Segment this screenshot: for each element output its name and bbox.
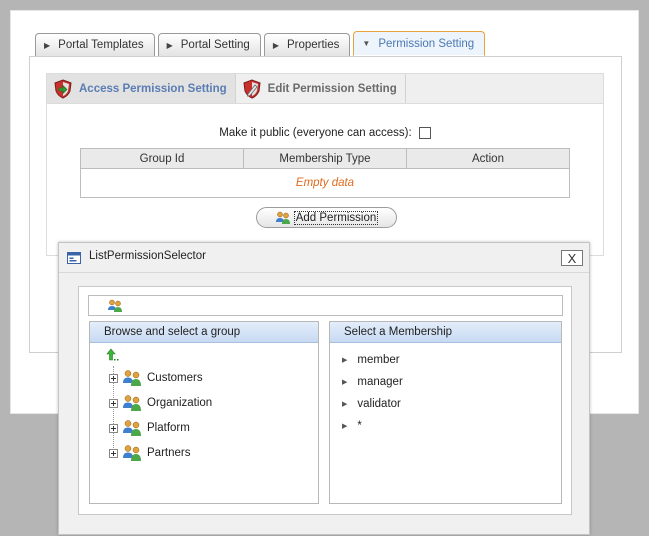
public-access-label: Make it public (everyone can access): [219, 127, 412, 139]
membership-name: * [357, 420, 362, 432]
column-header-membership-type[interactable]: Membership Type [243, 148, 407, 169]
membership-item-validator[interactable]: ▶ validator [342, 395, 401, 413]
membership-item-manager[interactable]: ▶ manager [342, 373, 403, 391]
tree-item-platform[interactable]: Platform [109, 418, 190, 438]
chevron-right-icon: ▶ [272, 40, 279, 50]
chevron-right-icon: ▶ [342, 379, 348, 386]
expand-icon[interactable] [109, 398, 118, 408]
tab-portal-templates[interactable]: ▶ Portal Templates [35, 33, 155, 56]
membership-name: manager [357, 376, 403, 388]
group-search-bar[interactable] [88, 295, 563, 316]
access-permission-content: Make it public (everyone can access): Gr… [46, 104, 604, 256]
tab-access-permission[interactable]: Access Permission Setting [47, 74, 236, 103]
chevron-right-icon: ▶ [342, 357, 348, 364]
close-button[interactable]: X [561, 250, 583, 266]
tab-label: Portal Templates [58, 39, 144, 51]
public-access-row: Make it public (everyone can access): [47, 127, 603, 139]
tree-item-partners[interactable]: Partners [109, 443, 190, 463]
shield-arrow-icon [54, 78, 72, 99]
chevron-right-icon: ▶ [342, 401, 348, 408]
settings-tabbar: ▶ Portal Templates ▶ Portal Setting ▶ Pr… [35, 31, 488, 56]
tab-label: Permission Setting [378, 37, 475, 50]
group-browser: Browse and select a group Customers Orga… [89, 321, 319, 504]
window-icon [67, 252, 81, 264]
group-browser-header: Browse and select a group [90, 322, 318, 343]
chevron-right-icon: ▶ [166, 40, 173, 50]
group-name: Organization [147, 397, 213, 409]
tab-permission-setting[interactable]: ▼ Permission Setting [353, 31, 486, 56]
tab-label: Access Permission Setting [79, 82, 227, 95]
membership-item-member[interactable]: ▶ member [342, 351, 400, 369]
group-name: Customers [147, 372, 203, 384]
level-up-icon[interactable] [106, 348, 122, 362]
list-permission-selector-popup: ListPermissionSelector X Browse and sele… [58, 242, 590, 535]
close-icon: X [567, 250, 577, 266]
group-icon [123, 445, 141, 461]
tree-item-organization[interactable]: Organization [109, 393, 212, 413]
membership-selector: Select a Membership ▶ member ▶ manager ▶… [329, 321, 562, 504]
group-icon [123, 395, 141, 411]
group-icon [108, 299, 122, 312]
tab-edit-permission[interactable]: Edit Permission Setting [236, 74, 406, 103]
tab-label: Edit Permission Setting [267, 82, 397, 95]
popup-body: Browse and select a group Customers Orga… [78, 286, 572, 515]
popup-header[interactable]: ListPermissionSelector X [59, 243, 589, 273]
group-name: Platform [147, 422, 190, 434]
tab-label: Properties [286, 39, 340, 51]
group-name: Partners [147, 447, 191, 459]
add-permission-label: Add Permission [293, 210, 379, 225]
tab-portal-setting[interactable]: ▶ Portal Setting [157, 33, 261, 56]
permission-subtabs: Access Permission Setting Edit Permissio… [46, 73, 604, 104]
expand-icon[interactable] [109, 448, 118, 458]
group-icon [123, 370, 141, 386]
permission-table: Group Id Membership Type Action Empty da… [80, 148, 570, 198]
expand-icon[interactable] [109, 423, 118, 433]
membership-item-any[interactable]: ▶ * [342, 417, 362, 435]
empty-data-message: Empty data [80, 168, 570, 198]
membership-header: Select a Membership [330, 322, 561, 343]
public-access-checkbox[interactable] [418, 127, 431, 139]
chevron-down-icon: ▼ [362, 39, 371, 48]
membership-name: validator [357, 398, 401, 410]
group-icon [275, 211, 290, 224]
chevron-right-icon: ▶ [44, 40, 51, 50]
add-permission-button[interactable]: Add Permission [256, 207, 397, 228]
tree-item-customers[interactable]: Customers [109, 368, 203, 388]
membership-name: member [357, 354, 400, 366]
shield-pencil-icon [243, 78, 261, 99]
group-icon [123, 420, 141, 436]
divider [59, 272, 589, 273]
column-header-action[interactable]: Action [406, 148, 570, 169]
chevron-right-icon: ▶ [342, 423, 348, 430]
tab-label: Portal Setting [180, 39, 250, 51]
column-header-group-id[interactable]: Group Id [80, 148, 244, 169]
tab-properties[interactable]: ▶ Properties [263, 33, 351, 56]
popup-title: ListPermissionSelector [89, 250, 206, 262]
expand-icon[interactable] [109, 373, 118, 383]
